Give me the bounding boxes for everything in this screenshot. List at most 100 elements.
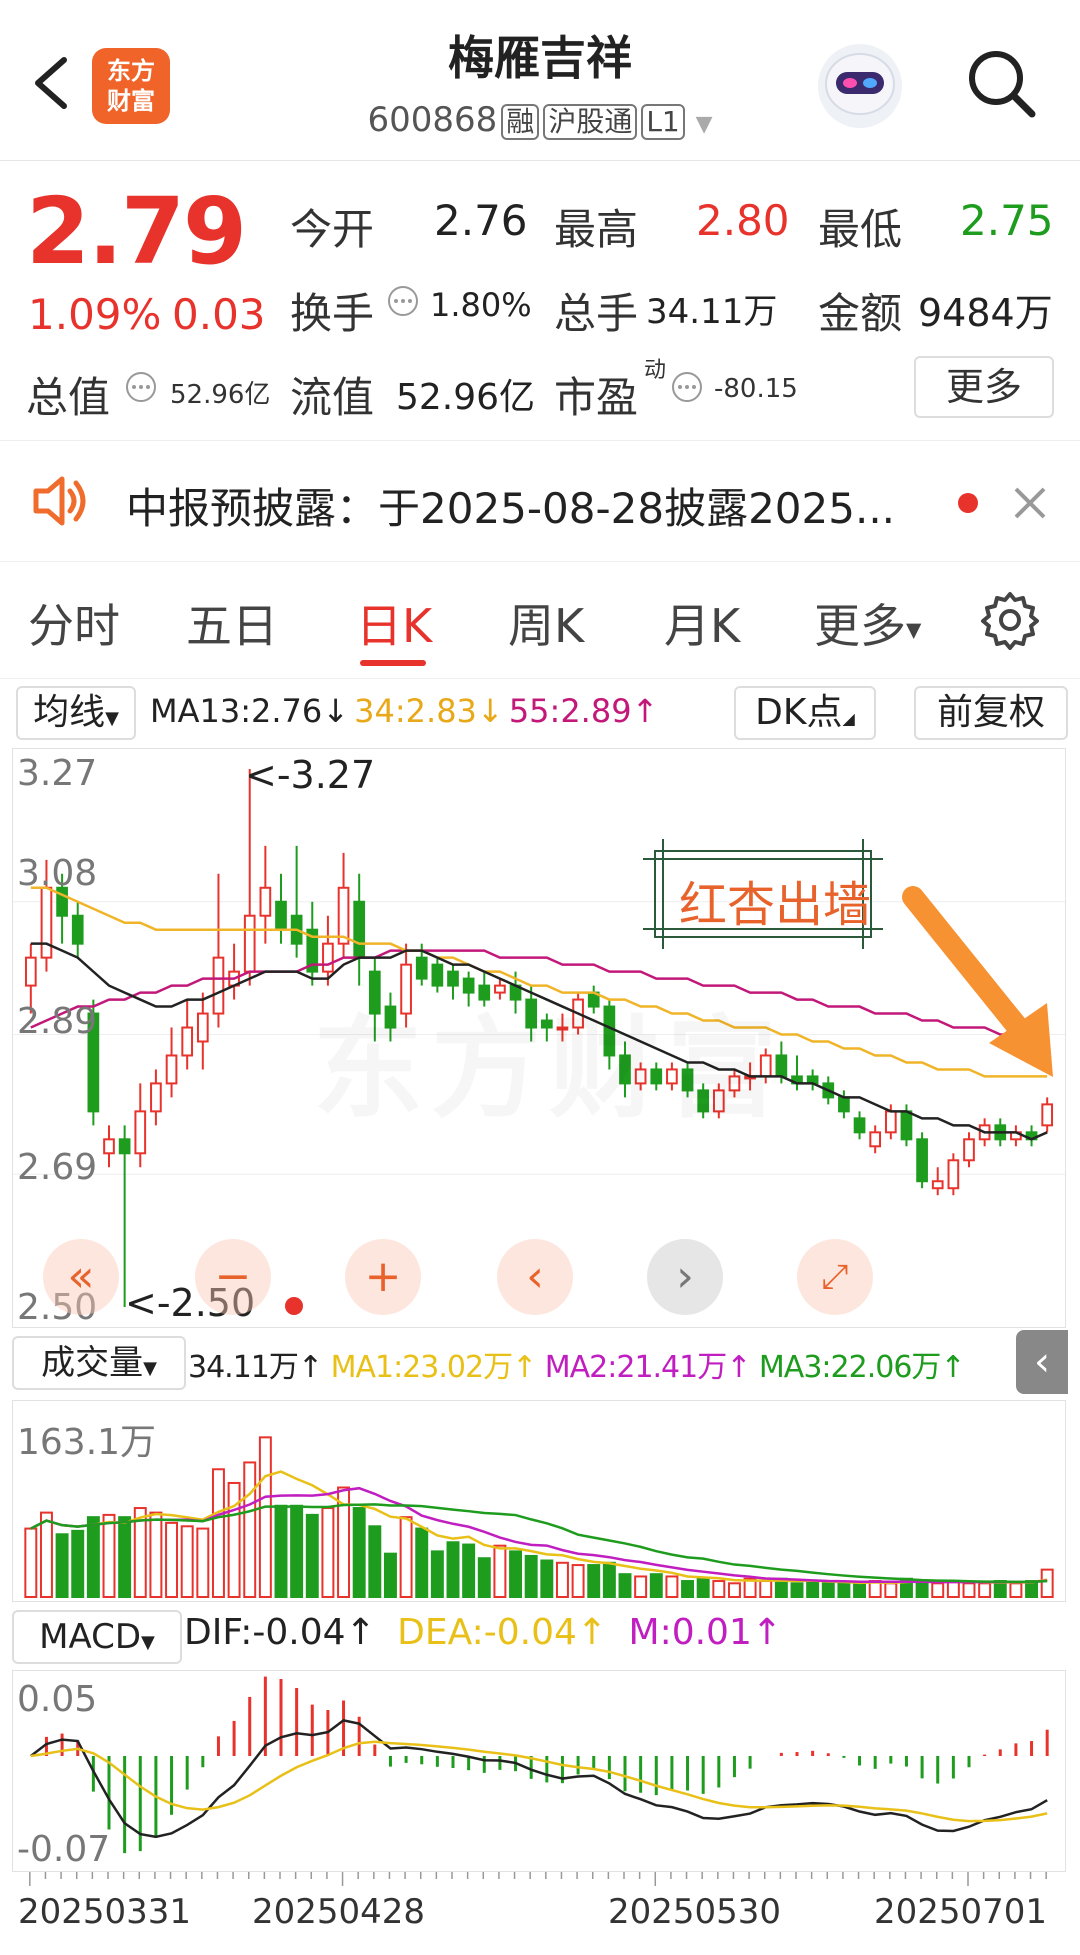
high-label: 最高: [554, 205, 639, 254]
tab-intraday[interactable]: 分时: [28, 590, 120, 656]
volume-bar: [305, 1513, 319, 1598]
tag-margin: 融: [501, 104, 540, 140]
candle-body: [337, 886, 350, 945]
volume-bar: [946, 1580, 960, 1598]
volume-bar: [290, 1504, 304, 1598]
volume-bar: [837, 1582, 851, 1598]
y-label-2: 3.08: [17, 853, 98, 894]
volume-bar: [321, 1507, 335, 1598]
macd-select[interactable]: MACD▼: [12, 1610, 182, 1664]
volume-bar: [462, 1543, 476, 1598]
tab-five-day[interactable]: 五日: [186, 590, 278, 656]
unread-dot: [958, 493, 978, 513]
volume-bar: [118, 1516, 132, 1598]
volume-bar: [509, 1550, 523, 1599]
settings-gear-icon[interactable]: [980, 590, 1040, 650]
volume-bar: [727, 1582, 741, 1598]
volume-bar: [383, 1552, 397, 1599]
total-cap-label: 总值: [26, 373, 111, 422]
stock-code-row[interactable]: 600868 融沪股通 L1 ▼: [300, 100, 780, 140]
volume-bar: [978, 1582, 992, 1598]
ma-select[interactable]: 均线▼: [16, 686, 136, 740]
kline-chart[interactable]: 东方财富 3.27 3.08 2.89 2.69 2.50 <-3.27 <-2…: [12, 748, 1066, 1328]
volume-ma2: MA2:21.41万↑: [544, 1350, 752, 1385]
info-dots-icon[interactable]: [124, 370, 158, 404]
volume-max-label: 163.1万: [17, 1422, 157, 1463]
annotation-frame: 红杏出墙: [643, 839, 883, 949]
candle-body: [165, 1054, 178, 1085]
pe-label: 市盈: [554, 373, 639, 422]
volume-bar: [962, 1582, 976, 1598]
candle-body: [196, 1012, 209, 1043]
tab-daily-k[interactable]: 日K: [356, 590, 432, 656]
open-label: 今开: [290, 205, 375, 254]
more-quote-button[interactable]: 更多: [914, 356, 1054, 418]
candle-body: [40, 886, 53, 959]
fullscreen-button[interactable]: ⤢: [797, 1239, 873, 1315]
candle-body: [415, 956, 428, 980]
close-icon[interactable]: [1010, 483, 1050, 523]
volume-select[interactable]: 成交量▼: [12, 1336, 186, 1390]
tab-weekly-k[interactable]: 周K: [508, 590, 584, 656]
info-dots-icon[interactable]: [386, 284, 420, 318]
zoom-in-button[interactable]: +: [345, 1239, 421, 1315]
total-cap-value: 52.96亿: [170, 380, 271, 410]
tab-monthly-k[interactable]: 月K: [664, 590, 740, 656]
date-axis: 20250331 20250428 20250530 20250701: [12, 1872, 1064, 1942]
volume-bar: [39, 1511, 53, 1598]
y-label-3: 2.89: [17, 1001, 98, 1042]
scroll-right-button[interactable]: ›: [647, 1239, 723, 1315]
date-label-4: 20250701: [874, 1892, 1048, 1932]
candle-body: [931, 1180, 944, 1190]
macd-top-label: 0.05: [17, 1679, 98, 1720]
macd-bottom-label: -0.07: [17, 1829, 111, 1870]
volume-bar: [430, 1550, 444, 1599]
info-dots-icon[interactable]: [670, 370, 704, 404]
macd-dif: DIF:-0.04↑: [184, 1612, 376, 1653]
tab-more[interactable]: 更多▼: [814, 590, 921, 656]
volume-bar: [149, 1511, 163, 1598]
back-button[interactable]: [26, 48, 76, 118]
volume-bar: [243, 1461, 257, 1598]
dk-point-button[interactable]: DK点◢: [734, 686, 876, 740]
macd-chart[interactable]: 0.05 -0.07: [12, 1670, 1066, 1872]
macd-dif-line: [30, 1719, 1048, 1839]
volume-ma1: MA1:23.02万↑: [330, 1350, 538, 1385]
candle-body: [853, 1117, 866, 1134]
ma13-value: MA13:2.76↓: [150, 692, 350, 730]
volume-bar: [1040, 1568, 1054, 1599]
stock-code: 600868: [367, 100, 498, 140]
volume-ma3: MA3:22.06万↑: [758, 1350, 966, 1385]
scroll-start-button[interactable]: «: [43, 1239, 119, 1315]
volume-bar: [415, 1527, 429, 1598]
search-button[interactable]: [962, 44, 1042, 124]
macd-dea-line: [30, 1740, 1048, 1823]
active-tab-underline: [360, 660, 426, 666]
zoom-out-button[interactable]: −: [195, 1239, 271, 1315]
volume-bar: [274, 1504, 288, 1598]
volume-bar: [524, 1554, 538, 1599]
robot-assistant-icon[interactable]: [814, 40, 906, 132]
eastmoney-logo[interactable]: 东方 财富: [92, 48, 170, 124]
collapse-panel-button[interactable]: ‹: [1016, 1330, 1068, 1394]
volume-chart[interactable]: 163.1万: [12, 1400, 1066, 1602]
adjust-button[interactable]: 前复权: [914, 686, 1068, 740]
candle-body: [24, 956, 37, 987]
corner-triangle-icon: ◢: [842, 709, 855, 728]
date-label-3: 20250530: [608, 1892, 782, 1932]
volume-bar: [555, 1561, 569, 1598]
volume-bar: [368, 1525, 382, 1598]
volume-bar: [399, 1516, 413, 1598]
ma-select-label: 均线: [33, 692, 106, 733]
logo-text-line1: 东方: [107, 57, 155, 85]
pe-value: -80.15: [714, 374, 798, 404]
scroll-left-button[interactable]: ‹: [497, 1239, 573, 1315]
dropdown-triangle-icon: ▼: [143, 1358, 157, 1379]
notice-bar[interactable]: 中报预披露：于2025-08-28披露2025...: [0, 440, 1080, 562]
volume-bar: [587, 1564, 601, 1598]
volume-bar: [649, 1573, 663, 1599]
candle-body: [243, 914, 256, 973]
volume-bar: [196, 1527, 210, 1598]
candle-body: [1041, 1103, 1054, 1127]
volume-bar: [821, 1582, 835, 1598]
